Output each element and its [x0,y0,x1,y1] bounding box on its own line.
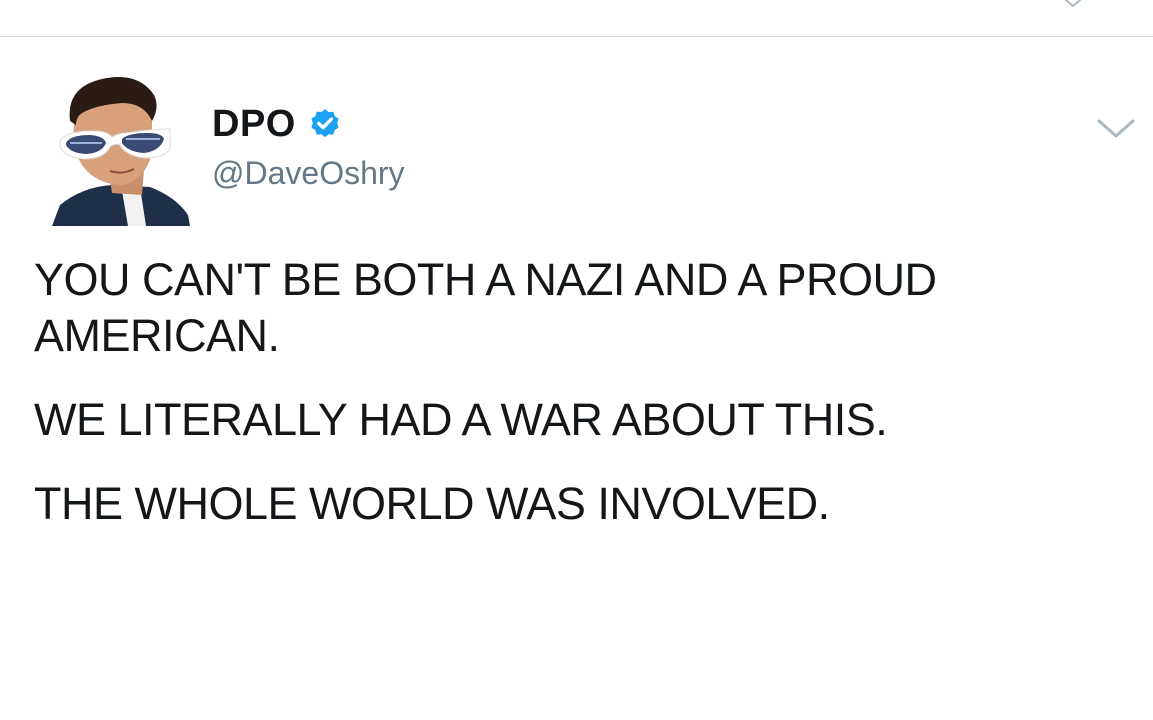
tweet-text: YOU CAN'T BE BOTH A NAZI AND A PROUD AME… [34,252,1134,532]
top-chevron-fragment-icon [1065,0,1081,7]
verified-badge-icon [311,109,339,138]
chevron-down-icon[interactable] [1095,116,1137,142]
avatar[interactable] [52,73,190,226]
tweet-paragraph: THE WHOLE WORLD WAS INVOLVED. [34,478,830,529]
handle[interactable]: @DaveOshry [212,154,405,192]
avatar-image [52,77,190,226]
tweet-header: DPO @DaveOshry [212,102,405,192]
name-row: DPO [212,102,405,146]
tweet-paragraph: WE LITERALLY HAD A WAR ABOUT THIS. [34,394,888,445]
tweet-paragraph: YOU CAN'T BE BOTH A NAZI AND A PROUD AME… [34,254,937,361]
display-name[interactable]: DPO [212,102,296,146]
